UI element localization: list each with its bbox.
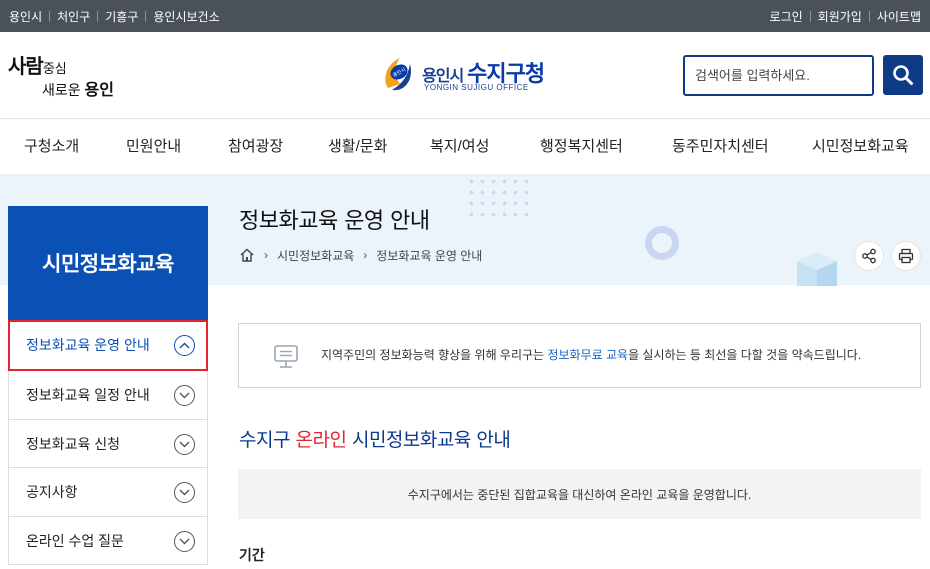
sidebar-item-label: 정보화교육 일정 안내 <box>26 387 150 403</box>
nav-item-district-intro[interactable]: 구청소개 <box>24 119 79 175</box>
share-icon <box>862 248 876 264</box>
notice-text: 지역주민의 정보화능력 향상을 위해 우리구는 정보화무료 교육을 실시하는 등… <box>321 348 862 362</box>
nav-item-admin-welfare-center[interactable]: 행정복지센터 <box>540 119 623 175</box>
sidebar-item-schedule[interactable]: 정보화교육 일정 안내 <box>8 371 208 420</box>
sujigu-office-logo[interactable]: 용인시 용인시 수지구청 YONGIN SUJIGU OFFICE <box>380 52 570 98</box>
computer-icon <box>274 345 298 368</box>
family-site-links: 용인시 처인구 기흥구 용인시보건소 <box>9 0 220 32</box>
login-link[interactable]: 로그인 <box>770 8 803 25</box>
decorative-ring <box>645 226 679 260</box>
sidebar-item-label: 온라인 수업 질문 <box>26 532 124 549</box>
nav-item-participation[interactable]: 참여광장 <box>228 119 283 175</box>
share-button[interactable] <box>854 241 884 271</box>
nav-item-life-culture[interactable]: 생활/문화 <box>328 119 387 175</box>
member-links: 로그인 회원가입 사이트맵 <box>770 0 921 32</box>
city-slogan-logo: 사람중심 새로운 용인 <box>8 50 120 99</box>
breadcrumb-current: 정보화교육 운영 안내 <box>376 248 483 263</box>
divider <box>145 10 147 22</box>
sidebar-title: 시민정보화교육 <box>8 206 208 320</box>
chevron-up-icon <box>174 335 195 356</box>
yongin-emblem-icon: 용인시 <box>385 58 412 91</box>
notice-box: 지역주민의 정보화능력 향상을 위해 우리구는 정보화무료 교육을 실시하는 등… <box>238 323 921 388</box>
divider <box>809 10 811 22</box>
chevron-down-icon <box>174 385 195 406</box>
divider <box>97 10 99 22</box>
period-heading: 기간 <box>239 548 265 564</box>
sidebar-item-application[interactable]: 정보화교육 신청 <box>8 419 208 469</box>
breadcrumb-item[interactable]: 시민정보화교육 <box>277 247 354 264</box>
info-box: 수지구에서는 중단된 집합교육을 대신하여 온라인 교육을 운영합니다. <box>238 469 921 519</box>
logo-english-name: YONGIN SUJIGU OFFICE <box>424 83 529 92</box>
sidebar-item-label: 공지사항 <box>26 484 78 501</box>
print-icon <box>898 248 914 264</box>
print-button[interactable] <box>891 241 921 271</box>
link-yongin-city[interactable]: 용인시 <box>9 8 42 25</box>
signup-link[interactable]: 회원가입 <box>818 8 862 25</box>
sidebar-item-operation-guide[interactable]: 정보화교육 운영 안내 <box>8 320 208 371</box>
search-icon <box>893 65 913 85</box>
nav-item-civil-affairs[interactable]: 민원안내 <box>126 119 181 175</box>
sitemap-link[interactable]: 사이트맵 <box>877 8 921 25</box>
top-utility-bar: 용인시 처인구 기흥구 용인시보건소 로그인 회원가입 사이트맵 <box>0 0 930 32</box>
divider <box>49 10 51 22</box>
section-heading: 수지구 온라인 시민정보화교육 안내 <box>239 429 511 451</box>
search-input[interactable] <box>683 55 874 96</box>
nav-item-welfare-women[interactable]: 복지/여성 <box>430 119 489 175</box>
breadcrumb: › 시민정보화교육 › 정보화교육 운영 안내 <box>239 244 482 266</box>
chevron-down-icon <box>174 433 195 455</box>
home-icon[interactable] <box>239 247 255 263</box>
chevron-down-icon <box>174 530 195 552</box>
link-giheung-gu[interactable]: 기흥구 <box>105 8 138 25</box>
chevron-right-icon: › <box>264 248 268 262</box>
sidebar-menu: 정보화교육 운영 안내 정보화교육 일정 안내 정보화교육 신청 공지사항 온라… <box>8 320 208 566</box>
nav-item-community-center[interactable]: 동주민자치센터 <box>672 119 769 175</box>
slogan-word-yongin: 용인 <box>84 80 114 99</box>
sidebar-item-online-questions[interactable]: 온라인 수업 질문 <box>8 516 208 566</box>
notice-highlight: 정보화무료 교육 <box>547 348 629 362</box>
link-health-center[interactable]: 용인시보건소 <box>153 8 219 25</box>
divider <box>868 10 870 22</box>
chevron-down-icon <box>174 482 195 504</box>
slogan-word-new: 새로운 <box>42 82 81 98</box>
link-cheoin-gu[interactable]: 처인구 <box>57 8 90 25</box>
nav-item-citizen-it-education[interactable]: 시민정보화교육 <box>812 119 909 175</box>
sidebar-item-label: 정보화교육 신청 <box>26 435 121 452</box>
page-title: 정보화교육 운영 안내 <box>239 209 430 234</box>
decorative-cube-icon <box>797 252 837 286</box>
sidebar-item-label: 정보화교육 운영 안내 <box>26 337 150 353</box>
main-navigation: 구청소개 민원안내 참여광장 생활/문화 복지/여성 행정복지센터 동주민자치센… <box>0 118 930 174</box>
site-header: 사람중심 새로운 용인 용인시 용인시 수지구청 YONGIN SUJIGU OF… <box>0 32 930 118</box>
decorative-dots <box>466 176 530 224</box>
section-heading-highlight: 온라인 <box>295 429 347 451</box>
slogan-word-person: 사람 <box>8 54 44 78</box>
chevron-right-icon: › <box>363 248 368 262</box>
slogan-word-center: 중심 <box>42 61 67 76</box>
sidebar-item-notices[interactable]: 공지사항 <box>8 468 208 517</box>
search-button[interactable] <box>883 55 923 95</box>
